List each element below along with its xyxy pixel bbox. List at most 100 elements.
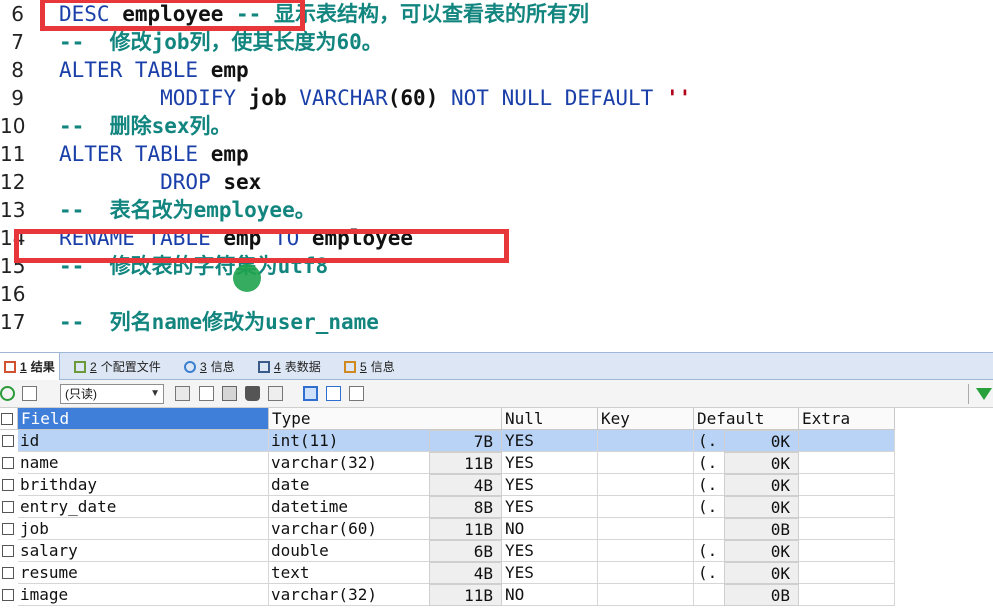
cell-key[interactable]	[598, 562, 694, 584]
tab-2[interactable]: 2 个配置文件	[70, 353, 165, 380]
cell-default[interactable]: 0K	[724, 430, 799, 452]
table-row[interactable]: entry_date datetime 8B YES (. 0K	[0, 496, 895, 518]
table-row[interactable]: job varchar(60) 11B NO 0B	[0, 518, 895, 540]
cell-null[interactable]: YES	[502, 430, 598, 452]
column-header-field[interactable]: Field	[18, 408, 269, 430]
cell-size[interactable]: 7B	[429, 430, 502, 452]
cell-size[interactable]: 11B	[429, 518, 502, 540]
delete-icon[interactable]	[245, 386, 260, 401]
tab-4[interactable]: 4 表数据	[254, 353, 325, 380]
cell-default[interactable]: 0B	[724, 584, 799, 606]
filter-icon[interactable]	[976, 388, 992, 400]
cell-default-editor[interactable]: (.	[694, 562, 724, 584]
cell-field[interactable]: salary	[18, 540, 269, 562]
result-grid[interactable]: Field Type Null Key Default Extra id int(…	[0, 408, 993, 614]
cell-default-editor[interactable]	[694, 584, 724, 606]
select-all-checkbox[interactable]	[1, 413, 13, 425]
cell-type[interactable]: double	[269, 540, 429, 562]
cell-null[interactable]: NO	[502, 584, 598, 606]
row-checkbox[interactable]	[2, 589, 14, 601]
column-header-type[interactable]: Type	[269, 408, 502, 430]
cell-default-editor[interactable]	[694, 518, 724, 540]
cell-extra[interactable]	[799, 562, 895, 584]
cell-null[interactable]: YES	[502, 562, 598, 584]
cell-field[interactable]: resume	[18, 562, 269, 584]
cell-default[interactable]: 0K	[724, 540, 799, 562]
cell-null[interactable]: YES	[502, 540, 598, 562]
cell-size[interactable]: 11B	[429, 452, 502, 474]
cell-field[interactable]: entry_date	[18, 496, 269, 518]
row-checkbox[interactable]	[2, 435, 14, 447]
cell-key[interactable]	[598, 430, 694, 452]
cell-type[interactable]: varchar(32)	[269, 584, 429, 606]
cell-key[interactable]	[598, 540, 694, 562]
tab-3[interactable]: 3 信息	[180, 353, 239, 380]
table-row[interactable]: resume text 4B YES (. 0K	[0, 562, 895, 584]
tab-5[interactable]: 5 信息	[340, 353, 399, 380]
cell-extra[interactable]	[799, 496, 895, 518]
table-row[interactable]: name varchar(32) 11B YES (. 0K	[0, 452, 895, 474]
column-header-null[interactable]: Null	[502, 408, 598, 430]
column-header-extra[interactable]: Extra	[799, 408, 895, 430]
column-header-key[interactable]: Key	[598, 408, 694, 430]
cell-key[interactable]	[598, 496, 694, 518]
cell-default-editor[interactable]: (.	[694, 430, 724, 452]
cell-default-editor[interactable]: (.	[694, 474, 724, 496]
cell-default[interactable]: 0K	[724, 452, 799, 474]
table-row[interactable]: image varchar(32) 11B NO 0B	[0, 584, 895, 606]
row-checkbox[interactable]	[2, 567, 14, 579]
cell-type[interactable]: date	[269, 474, 429, 496]
cell-key[interactable]	[598, 584, 694, 606]
cell-default[interactable]: 0K	[724, 496, 799, 518]
cell-null[interactable]: NO	[502, 518, 598, 540]
cell-key[interactable]	[598, 452, 694, 474]
cell-extra[interactable]	[799, 540, 895, 562]
save-icon[interactable]	[222, 386, 237, 401]
cell-null[interactable]: YES	[502, 496, 598, 518]
row-checkbox[interactable]	[2, 523, 14, 535]
cell-field[interactable]: name	[18, 452, 269, 474]
refresh-icon[interactable]	[0, 386, 15, 401]
cell-extra[interactable]	[799, 474, 895, 496]
cell-size[interactable]: 6B	[429, 540, 502, 562]
cell-default[interactable]: 0K	[724, 562, 799, 584]
cell-extra[interactable]	[799, 518, 895, 540]
cell-field[interactable]: brithday	[18, 474, 269, 496]
table-row[interactable]: salary double 6B YES (. 0K	[0, 540, 895, 562]
cell-extra[interactable]	[799, 430, 895, 452]
cell-field[interactable]: job	[18, 518, 269, 540]
grid-settings-icon[interactable]	[175, 386, 190, 401]
table-row[interactable]: brithday date 4B YES (. 0K	[0, 474, 895, 496]
header-select-all[interactable]	[0, 408, 18, 430]
cell-type[interactable]: int(11)	[269, 430, 429, 452]
cell-size[interactable]: 4B	[429, 562, 502, 584]
row-checkbox[interactable]	[2, 501, 14, 513]
cell-null[interactable]: YES	[502, 474, 598, 496]
cell-extra[interactable]	[799, 452, 895, 474]
table-row[interactable]: id int(11) 7B YES (. 0K	[0, 430, 895, 452]
cell-default-editor[interactable]: (.	[694, 452, 724, 474]
cell-default-editor[interactable]: (.	[694, 496, 724, 518]
cell-null[interactable]: YES	[502, 452, 598, 474]
cell-type[interactable]: varchar(32)	[269, 452, 429, 474]
cell-default-editor[interactable]: (.	[694, 540, 724, 562]
row-checkbox[interactable]	[2, 545, 14, 557]
grid-view-icon[interactable]	[303, 386, 318, 401]
cell-type[interactable]: datetime	[269, 496, 429, 518]
cell-key[interactable]	[598, 518, 694, 540]
filter-grid-icon[interactable]	[268, 386, 283, 401]
text-view-icon[interactable]	[349, 386, 364, 401]
tab-1[interactable]: 1 结果	[0, 353, 60, 380]
column-header-default[interactable]: Default	[694, 408, 799, 430]
cell-size[interactable]: 4B	[429, 474, 502, 496]
row-checkbox[interactable]	[2, 457, 14, 469]
cell-key[interactable]	[598, 474, 694, 496]
row-checkbox[interactable]	[2, 479, 14, 491]
cell-size[interactable]: 11B	[429, 584, 502, 606]
cell-default[interactable]: 0B	[724, 518, 799, 540]
cell-type[interactable]: text	[269, 562, 429, 584]
cell-extra[interactable]	[799, 584, 895, 606]
read-only-mode-select[interactable]: (只读) ▼	[60, 384, 164, 404]
form-view-icon[interactable]	[326, 386, 341, 401]
cell-type[interactable]: varchar(60)	[269, 518, 429, 540]
